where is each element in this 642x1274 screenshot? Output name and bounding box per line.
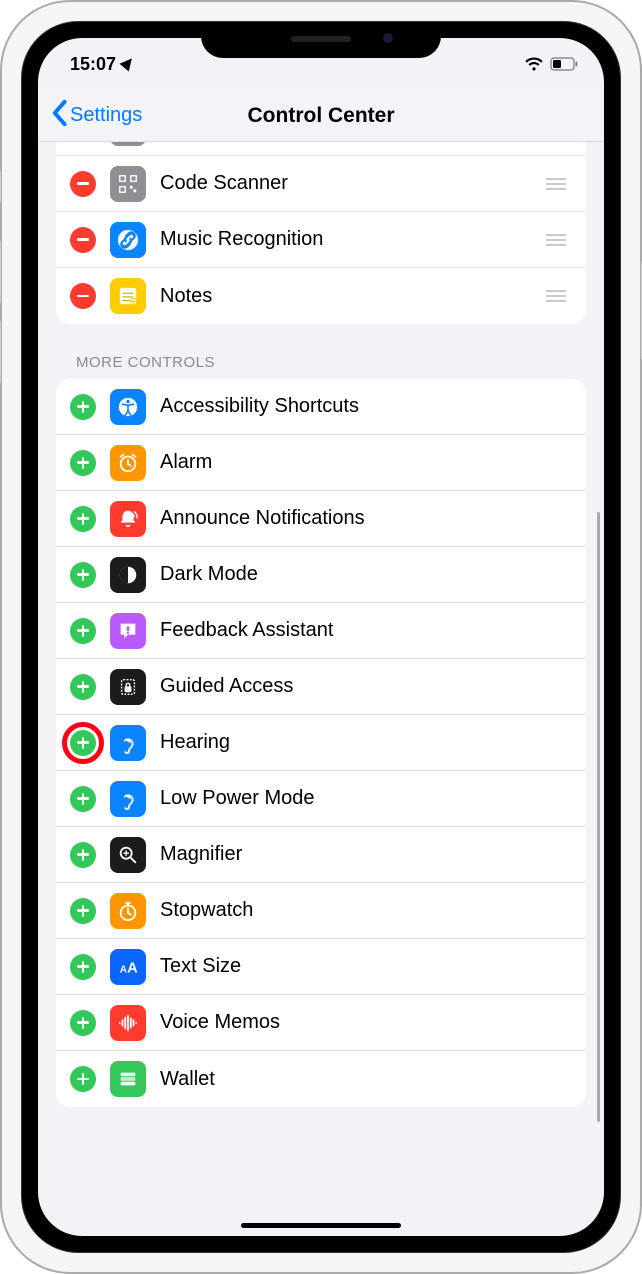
chevron-left-icon xyxy=(50,99,68,133)
list-item: Music Recognition xyxy=(56,212,586,268)
row-label: Magnifier xyxy=(160,843,572,866)
list-item: Guided Access xyxy=(56,659,586,715)
announce-icon xyxy=(110,501,146,537)
list-item: Code Scanner xyxy=(56,156,586,212)
page-title: Control Center xyxy=(248,104,395,128)
remove-button[interactable] xyxy=(70,171,96,197)
list-item: Low Power Mode xyxy=(56,771,586,827)
shazam-icon xyxy=(110,222,146,258)
add-button[interactable] xyxy=(70,842,96,868)
dark-mode-icon xyxy=(110,557,146,593)
row-label: Code Scanner xyxy=(160,172,546,195)
add-button[interactable] xyxy=(70,1010,96,1036)
list-item: Stopwatch xyxy=(56,883,586,939)
magnifier-icon xyxy=(110,837,146,873)
row-label: Feedback Assistant xyxy=(160,619,572,642)
row-label: Accessibility Shortcuts xyxy=(160,395,572,418)
add-button[interactable] xyxy=(70,898,96,924)
row-label: Dark Mode xyxy=(160,563,572,586)
add-button[interactable] xyxy=(70,674,96,700)
apple-tv-remote-icon xyxy=(110,142,146,146)
back-button[interactable]: Settings xyxy=(50,99,142,133)
row-label: Alarm xyxy=(160,451,572,474)
qr-code-icon xyxy=(110,166,146,202)
silence-switch xyxy=(0,170,1,204)
list-item: Dark Mode xyxy=(56,547,586,603)
list-item: Wallet xyxy=(56,1051,586,1107)
list-item: Hearing xyxy=(56,715,586,771)
add-button[interactable] xyxy=(70,786,96,812)
ear-icon xyxy=(110,781,146,817)
add-button[interactable] xyxy=(70,506,96,532)
wifi-icon xyxy=(524,56,544,72)
volume-up-button xyxy=(0,240,1,304)
lock-icon xyxy=(110,669,146,705)
add-button[interactable] xyxy=(70,450,96,476)
ear-icon xyxy=(110,725,146,761)
voice-memos-icon xyxy=(110,1005,146,1041)
list-item: Alarm xyxy=(56,435,586,491)
status-time: 15:07 xyxy=(70,54,116,75)
section-header-more: MORE CONTROLS xyxy=(56,324,586,379)
notes-icon xyxy=(110,278,146,314)
add-button[interactable] xyxy=(70,618,96,644)
row-label: Music Recognition xyxy=(160,228,546,251)
drag-handle-icon[interactable] xyxy=(546,290,572,302)
location-arrow-icon xyxy=(120,55,137,72)
list-item: AA Text Size xyxy=(56,939,586,995)
row-label: Wallet xyxy=(160,1068,572,1091)
drag-handle-icon[interactable] xyxy=(546,234,572,246)
list-item: Announce Notifications xyxy=(56,491,586,547)
navigation-bar: Settings Control Center xyxy=(38,90,604,142)
row-label: Stopwatch xyxy=(160,899,572,922)
row-label: Text Size xyxy=(160,955,572,978)
stopwatch-icon xyxy=(110,893,146,929)
row-label: Announce Notifications xyxy=(160,507,572,530)
wallet-icon xyxy=(110,1061,146,1097)
battery-icon xyxy=(550,57,578,71)
list-item: Magnifier xyxy=(56,827,586,883)
list-item: Accessibility Shortcuts xyxy=(56,379,586,435)
more-controls-group: Accessibility Shortcuts Alarm Announce Not… xyxy=(56,379,586,1107)
row-label: Hearing xyxy=(160,731,572,754)
list-item: Voice Memos xyxy=(56,995,586,1051)
remove-button[interactable] xyxy=(70,227,96,253)
drag-handle-icon[interactable] xyxy=(546,178,572,190)
included-controls-group: Apple TV Remote Code Scanner Music Recogni… xyxy=(56,142,586,324)
back-label: Settings xyxy=(70,104,142,127)
scroll-content[interactable]: Apple TV Remote Code Scanner Music Recogni… xyxy=(38,142,604,1236)
svg-text:A: A xyxy=(127,960,138,976)
accessibility-icon xyxy=(110,389,146,425)
home-indicator[interactable] xyxy=(241,1223,401,1228)
add-button[interactable] xyxy=(70,730,96,756)
text-size-icon: AA xyxy=(110,949,146,985)
list-item: Apple TV Remote xyxy=(56,142,586,156)
row-label: Guided Access xyxy=(160,675,572,698)
scroll-indicator xyxy=(597,512,600,1122)
add-button[interactable] xyxy=(70,1066,96,1092)
volume-down-button xyxy=(0,320,1,384)
add-button[interactable] xyxy=(70,954,96,980)
add-button[interactable] xyxy=(70,394,96,420)
alarm-icon xyxy=(110,445,146,481)
list-item: Notes xyxy=(56,268,586,324)
row-label: Low Power Mode xyxy=(160,787,572,810)
feedback-icon xyxy=(110,613,146,649)
list-item: Feedback Assistant xyxy=(56,603,586,659)
row-label: Notes xyxy=(160,285,546,308)
row-label: Voice Memos xyxy=(160,1011,572,1034)
device-notch xyxy=(201,22,441,58)
remove-button[interactable] xyxy=(70,283,96,309)
add-button[interactable] xyxy=(70,562,96,588)
